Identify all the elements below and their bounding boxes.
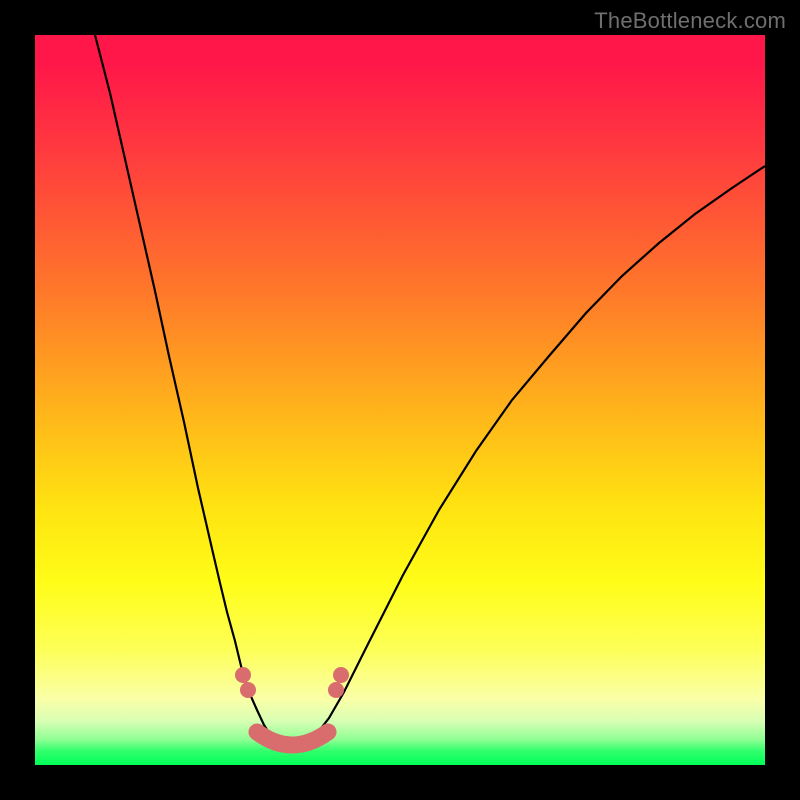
chart-frame: TheBottleneck.com (0, 0, 800, 800)
highlight-dots (235, 667, 349, 698)
curve-right (307, 166, 765, 743)
watermark-text: TheBottleneck.com (594, 8, 786, 34)
chart-svg (35, 35, 765, 765)
highlight-valley (257, 732, 328, 745)
curve-left (95, 35, 278, 743)
plot-area (35, 35, 765, 765)
